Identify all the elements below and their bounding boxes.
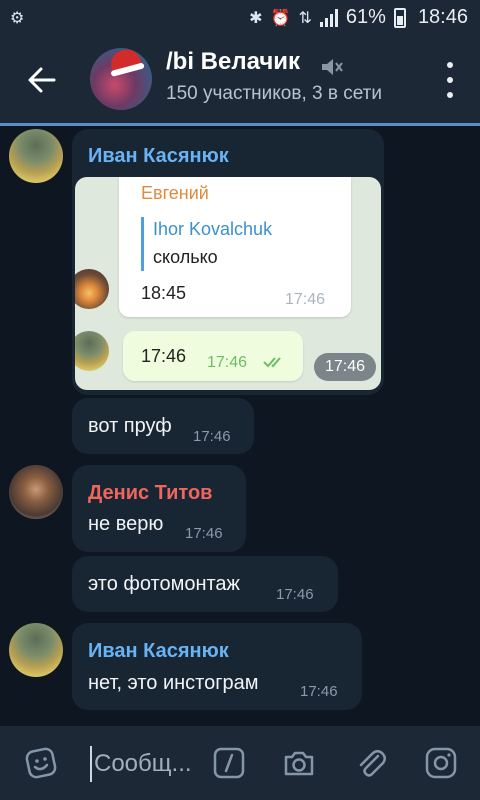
battery-percent: 61%: [345, 6, 386, 28]
chat-header: /bi Велачик 150 участников, 3 в сети: [0, 38, 480, 126]
avatar-denis[interactable]: [9, 465, 63, 519]
quote-bar: [141, 217, 144, 271]
quote-name: Ihor Kovalchuk: [153, 219, 273, 239]
screenshot-reply-time: 17:46: [207, 354, 248, 371]
chat-subtitle: 150 участников, 3 в сети: [166, 83, 382, 104]
status-right: ✱ ⏰ ⇅ 61% 18:46: [249, 6, 468, 29]
chat-avatar[interactable]: [90, 48, 152, 110]
message-input[interactable]: [90, 746, 204, 782]
status-bar: ⚙ ✱ ⏰ ⇅ 61% 18:46: [0, 0, 480, 38]
mute-icon: [322, 59, 343, 75]
screenshot-avatar: [75, 331, 109, 371]
message-time: 17:46: [193, 428, 231, 445]
message-input-bar: [0, 726, 480, 800]
message-text: это фотомонтаж: [88, 573, 240, 595]
screenshot-avatar: [75, 269, 109, 309]
photo-timestamp: 17:46: [314, 353, 376, 381]
screenshot-message-card: Евгений Ihor Kovalchuk сколько 18:45 17:…: [119, 177, 351, 317]
screenshot-message-time: 17:46: [285, 291, 326, 308]
avatar-ivan[interactable]: [9, 623, 63, 677]
attach-icon[interactable]: [354, 746, 388, 780]
message-time: 17:46: [276, 586, 314, 603]
quote-text: сколько: [153, 247, 218, 267]
data-arrows-icon: ⇅: [298, 9, 312, 27]
camera-icon[interactable]: [282, 746, 316, 780]
bot-command-icon[interactable]: [212, 746, 246, 780]
signal-icon: [319, 8, 338, 27]
instagram-camera-icon[interactable]: [424, 746, 458, 780]
screenshot-reply-card: 17:46 17:46: [123, 331, 303, 381]
alarm-icon: ⏰: [270, 9, 291, 27]
sender-name[interactable]: Иван Касянюк: [88, 145, 229, 168]
message-time: 17:46: [185, 525, 223, 542]
settings-notification-icon: ⚙: [10, 10, 25, 27]
sticker-icon[interactable]: [24, 746, 58, 780]
sender-name[interactable]: Иван Касянюк: [88, 640, 229, 663]
message-text: не верю: [88, 513, 164, 535]
back-arrow-icon[interactable]: [24, 62, 60, 98]
message-time: 17:46: [300, 683, 338, 700]
screenshot-reply-text: 17:46: [141, 346, 187, 366]
sender-name[interactable]: Денис Титов: [88, 482, 212, 505]
bluetooth-icon: ✱: [249, 9, 263, 27]
chat-title[interactable]: /bi Велачик: [166, 48, 300, 76]
message-text: нет, это инстограм: [88, 672, 259, 694]
screenshot-message-text: 18:45: [141, 283, 187, 303]
clock: 18:46: [417, 6, 468, 28]
avatar-ivan[interactable]: [9, 129, 63, 183]
santa-hat: [107, 48, 143, 74]
message-text: вот пруф: [88, 415, 172, 437]
screenshot-sender: Евгений: [141, 183, 209, 203]
more-vert-icon[interactable]: [444, 62, 456, 98]
double-check-icon: [263, 357, 281, 368]
battery-icon: [393, 7, 406, 28]
